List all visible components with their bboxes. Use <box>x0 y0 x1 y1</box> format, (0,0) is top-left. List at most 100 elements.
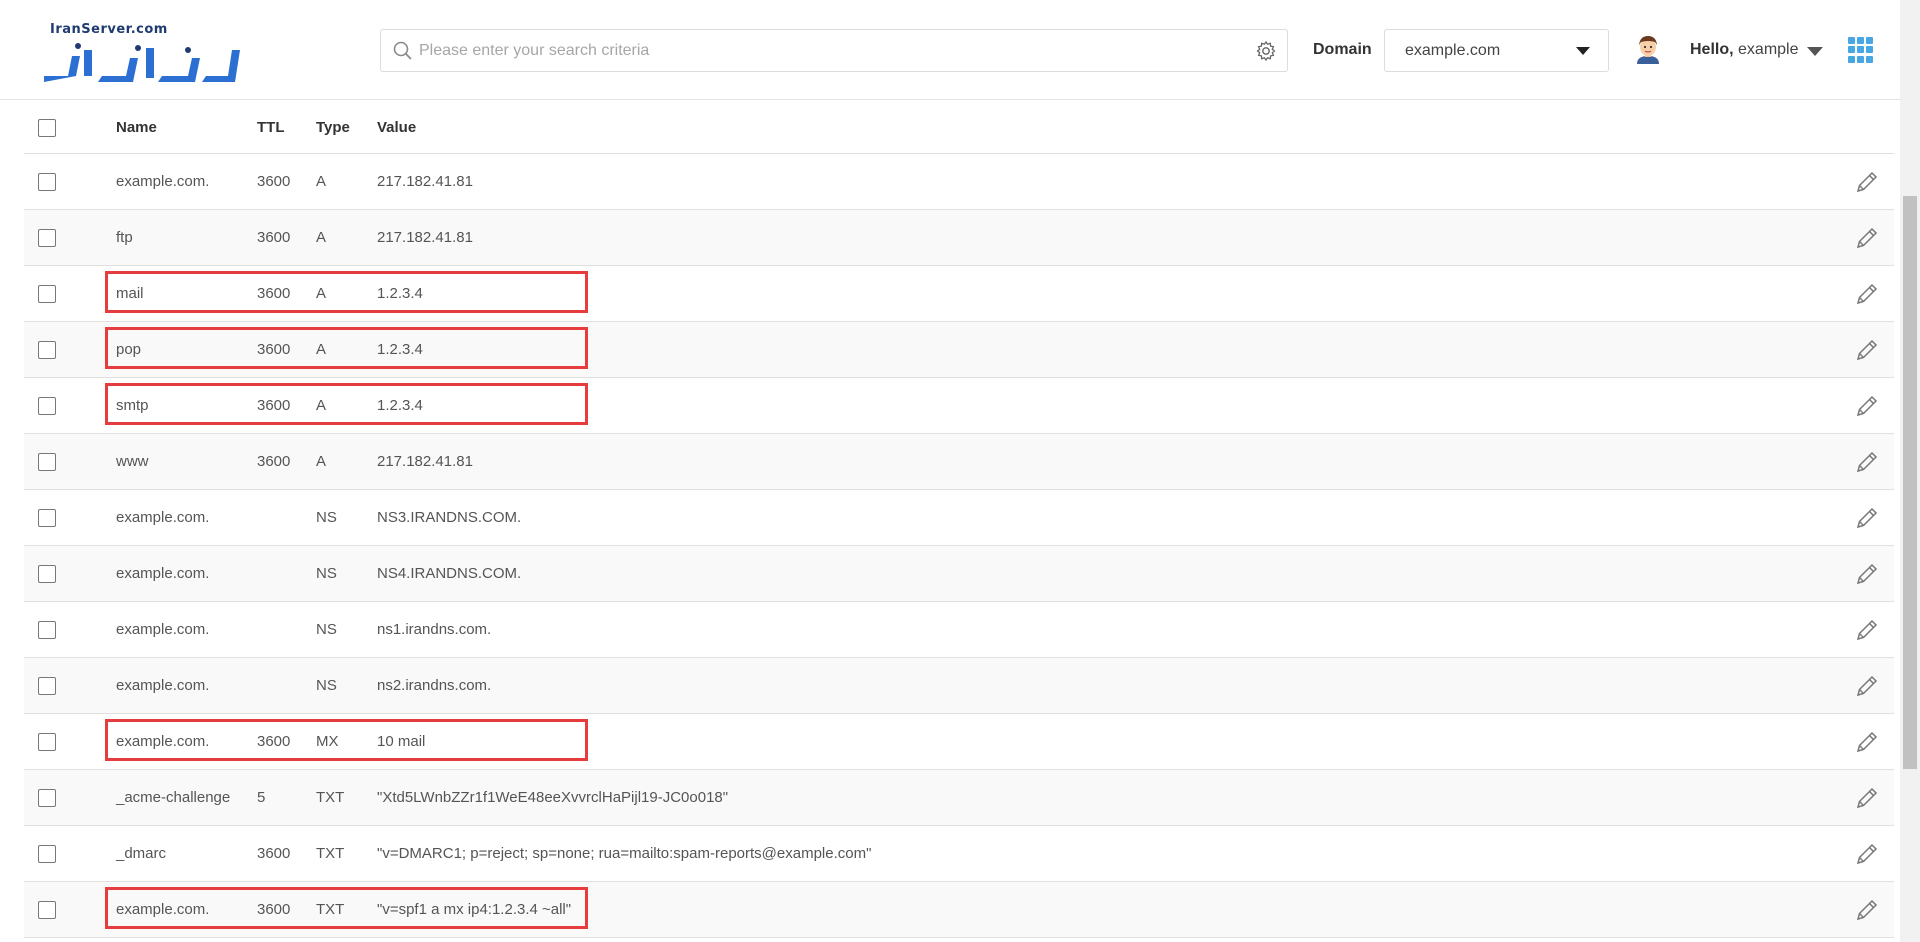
user-menu-chevron-down-icon[interactable] <box>1807 47 1823 56</box>
record-type: A <box>316 453 327 470</box>
gear-icon[interactable] <box>1255 40 1277 67</box>
highlight-box <box>105 719 588 761</box>
row-checkbox[interactable] <box>38 789 56 807</box>
column-header-ttl[interactable]: TTL <box>257 100 285 156</box>
record-name: example.com. <box>116 509 210 526</box>
domain-label: Domain <box>1313 41 1372 58</box>
record-value: "Xtd5LWnbZZr1f1WeE48eeXvvrclHaPijl19-JC0… <box>377 789 729 806</box>
highlight-box <box>105 887 588 929</box>
pencil-icon[interactable] <box>1854 561 1880 587</box>
domain-select[interactable]: example.com <box>1384 29 1609 72</box>
table-row[interactable]: www 3600 A 217.182.41.81 <box>24 434 1894 490</box>
pencil-icon[interactable] <box>1854 729 1880 755</box>
user-greeting[interactable]: Hello, example <box>1690 41 1799 59</box>
row-checkbox[interactable] <box>38 285 56 303</box>
table-row[interactable]: smtp 3600 A 1.2.3.4 <box>24 378 1894 434</box>
pencil-icon[interactable] <box>1854 897 1880 923</box>
pencil-icon[interactable] <box>1854 281 1880 307</box>
row-checkbox[interactable] <box>38 453 56 471</box>
record-name: example.com. <box>116 173 210 190</box>
table-row[interactable]: example.com. NS ns1.irandns.com. <box>24 602 1894 658</box>
vertical-scrollbar[interactable] <box>1900 0 1920 942</box>
record-value: ns1.irandns.com. <box>377 621 492 638</box>
record-type: TXT <box>316 845 345 862</box>
record-type: NS <box>316 677 337 694</box>
record-value: 217.182.41.81 <box>377 453 473 470</box>
row-checkbox[interactable] <box>38 733 56 751</box>
pencil-icon[interactable] <box>1854 505 1880 531</box>
record-name: _acme-challenge <box>116 789 231 806</box>
select-all-checkbox[interactable] <box>38 119 56 137</box>
highlight-box <box>105 327 588 369</box>
record-name: example.com. <box>116 621 210 638</box>
table-body: example.com. 3600 A 217.182.41.81 ftp 3600 A 21… <box>24 154 1894 938</box>
top-header: IranServer.com Domain <box>0 0 1900 100</box>
row-checkbox[interactable] <box>38 621 56 639</box>
column-header-type[interactable]: Type <box>316 100 350 156</box>
record-ttl: 3600 <box>257 229 291 246</box>
record-ttl: 3600 <box>257 173 291 190</box>
pencil-icon[interactable] <box>1854 841 1880 867</box>
table-row[interactable]: mail 3600 A 1.2.3.4 <box>24 266 1894 322</box>
user-name: example <box>1738 41 1799 58</box>
pencil-icon[interactable] <box>1854 169 1880 195</box>
hello-prefix: Hello, <box>1690 41 1734 58</box>
chevron-down-icon <box>1576 47 1590 55</box>
pencil-icon[interactable] <box>1854 673 1880 699</box>
row-checkbox[interactable] <box>38 397 56 415</box>
record-value: "v=DMARC1; p=reject; sp=none; rua=mailto… <box>377 845 872 862</box>
row-checkbox[interactable] <box>38 341 56 359</box>
pencil-icon[interactable] <box>1854 393 1880 419</box>
pencil-icon[interactable] <box>1854 785 1880 811</box>
search-input[interactable] <box>419 31 1219 70</box>
table-row[interactable]: ftp 3600 A 217.182.41.81 <box>24 210 1894 266</box>
pencil-icon[interactable] <box>1854 337 1880 363</box>
table-header-row: Name TTL Type Value <box>24 100 1894 154</box>
pencil-icon[interactable] <box>1854 449 1880 475</box>
row-checkbox[interactable] <box>38 173 56 191</box>
row-checkbox[interactable] <box>38 901 56 919</box>
column-header-name[interactable]: Name <box>116 100 157 156</box>
record-ttl: 3600 <box>257 453 291 470</box>
record-value: NS3.IRANDNS.COM. <box>377 509 522 526</box>
record-type: NS <box>316 509 337 526</box>
table-row[interactable]: example.com. NS NS4.IRANDNS.COM. <box>24 546 1894 602</box>
scrollbar-thumb[interactable] <box>1903 196 1917 769</box>
table-row[interactable]: example.com. 3600 TXT "v=spf1 a mx ip4:1.2.… <box>24 882 1894 938</box>
record-ttl: 3600 <box>257 845 291 862</box>
table-row[interactable]: example.com. NS NS3.IRANDNS.COM. <box>24 490 1894 546</box>
record-name: example.com. <box>116 677 210 694</box>
row-checkbox[interactable] <box>38 565 56 583</box>
record-type: NS <box>316 565 337 582</box>
column-header-value[interactable]: Value <box>377 100 416 156</box>
row-checkbox[interactable] <box>38 229 56 247</box>
record-name: www <box>116 453 149 470</box>
pencil-icon[interactable] <box>1854 225 1880 251</box>
table-row[interactable]: example.com. NS ns2.irandns.com. <box>24 658 1894 714</box>
record-value: 217.182.41.81 <box>377 229 473 246</box>
record-value: ns2.irandns.com. <box>377 677 492 694</box>
search-box[interactable] <box>380 29 1288 72</box>
pencil-icon[interactable] <box>1854 617 1880 643</box>
record-value: NS4.IRANDNS.COM. <box>377 565 522 582</box>
highlight-box <box>105 271 588 313</box>
table-row[interactable]: example.com. 3600 A 217.182.41.81 <box>24 154 1894 210</box>
record-type: A <box>316 229 327 246</box>
record-ttl: 5 <box>257 789 266 806</box>
dns-records-table: Name TTL Type Value example.com. 3600 A 217… <box>24 100 1894 938</box>
table-row[interactable]: example.com. 3600 MX 10 mail <box>24 714 1894 770</box>
highlight-box <box>105 383 588 425</box>
user-avatar-icon[interactable] <box>1634 34 1662 64</box>
apps-grid-icon[interactable] <box>1848 37 1874 63</box>
table-row[interactable]: _dmarc 3600 TXT "v=DMARC1; p=reject; sp=non… <box>24 826 1894 882</box>
record-name: _dmarc <box>116 845 167 862</box>
record-type: NS <box>316 621 337 638</box>
record-type: TXT <box>316 789 345 806</box>
row-checkbox[interactable] <box>38 845 56 863</box>
iranserver-logo[interactable]: IranServer.com <box>38 20 243 82</box>
row-checkbox[interactable] <box>38 509 56 527</box>
table-row[interactable]: _acme-challenge 5 TXT "Xtd5LWnbZZr1f1WeE48e… <box>24 770 1894 826</box>
record-value: 217.182.41.81 <box>377 173 473 190</box>
row-checkbox[interactable] <box>38 677 56 695</box>
table-row[interactable]: pop 3600 A 1.2.3.4 <box>24 322 1894 378</box>
